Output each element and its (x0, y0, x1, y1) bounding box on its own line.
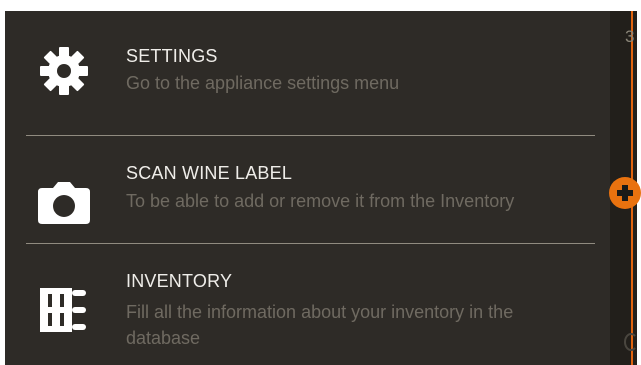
settings-description: Go to the appliance settings menu (126, 73, 400, 93)
side-panel-indicator-icon (624, 333, 638, 351)
menu-item-scan-wine-label[interactable]: SCAN WINE LABEL To be able to add or rem… (5, 136, 610, 244)
add-button[interactable] (609, 177, 641, 209)
gear-icon (36, 43, 92, 99)
inventory-description: Fill all the information about your inve… (126, 302, 514, 348)
side-panel-number: 3 (625, 27, 635, 46)
menu-item-settings[interactable]: SETTINGS Go to the appliance settings me… (5, 11, 610, 135)
scan-wine-label-title: SCAN WINE LABEL (126, 163, 293, 183)
menu-list: SETTINGS Go to the appliance settings me… (5, 11, 610, 365)
scan-wine-label-description: To be able to add or remove it from the … (126, 191, 515, 211)
menu-item-inventory[interactable]: INVENTORY Fill all the information about… (5, 244, 610, 365)
inventory-icon (36, 282, 92, 338)
inventory-title: INVENTORY (126, 271, 233, 291)
settings-title: SETTINGS (126, 46, 218, 66)
menu-panel: SETTINGS Go to the appliance settings me… (5, 11, 638, 365)
app-frame: SETTINGS Go to the appliance settings me… (0, 0, 641, 365)
camera-icon (36, 174, 92, 230)
